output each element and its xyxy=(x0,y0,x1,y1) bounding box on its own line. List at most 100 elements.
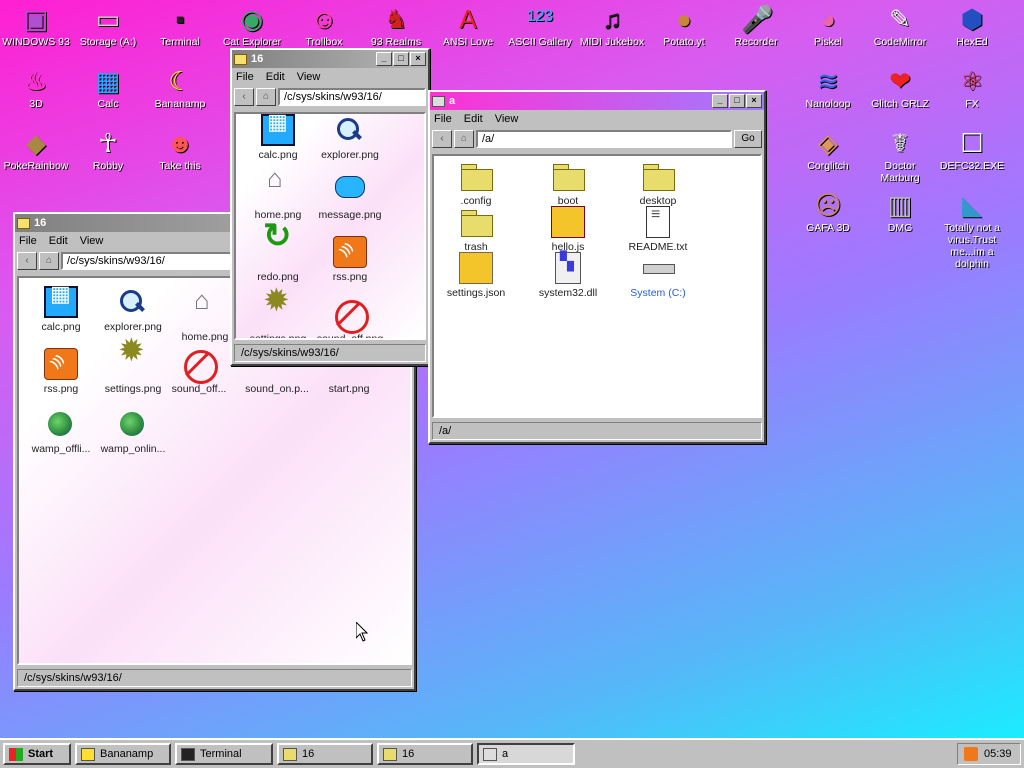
msg-icon xyxy=(333,174,367,206)
explorer-window-16-middle[interactable]: 16 _ □ × File Edit View ‹ ⌂ /c/sys/skins… xyxy=(230,48,430,366)
desktop-icon[interactable]: ☐ DEFC32.EXE xyxy=(936,128,1008,172)
doc-icon xyxy=(646,206,670,238)
desktop-icon[interactable]: ▪ Terminal xyxy=(144,4,216,48)
file-item[interactable]: System (C:) xyxy=(618,252,698,299)
window-titlebar[interactable]: a _ □ × xyxy=(430,92,764,110)
desktop-icon[interactable]: ☻ Take this xyxy=(144,128,216,172)
menu-view[interactable]: View xyxy=(495,113,519,125)
explorer-window-a[interactable]: a _ □ × File Edit View ‹ ⌂ /a/ Go .confi… xyxy=(428,90,766,444)
minimize-button[interactable]: _ xyxy=(712,94,728,108)
menu-bar: File Edit View xyxy=(232,68,428,86)
desktop-icon[interactable]: ❤ Glitch GRLZ xyxy=(864,66,936,110)
file-item[interactable]: boot xyxy=(528,160,608,207)
file-item[interactable]: .config xyxy=(436,160,516,207)
desktop-icon[interactable]: ⬢ HexEd xyxy=(936,4,1008,48)
file-item[interactable]: message.png xyxy=(310,174,390,221)
desktop-icon[interactable]: ▭ Storage (A:) xyxy=(72,4,144,48)
menu-edit[interactable]: Edit xyxy=(266,71,285,83)
desktop-icon[interactable]: ☹ GAFA 3D xyxy=(792,190,864,234)
desktop-icon[interactable]: A ANSI Love xyxy=(432,4,504,48)
taskbar-item[interactable]: a xyxy=(477,743,575,765)
taskbar-item[interactable]: 16 xyxy=(377,743,473,765)
file-item[interactable]: hello.js xyxy=(528,206,608,253)
desktop-icon[interactable]: ◣ Totally not a virus.Trust me...im a dol… xyxy=(936,190,1008,270)
menu-file[interactable]: File xyxy=(434,113,452,125)
file-item[interactable]: explorer.png xyxy=(93,286,173,333)
file-item[interactable]: redo.png xyxy=(238,230,318,283)
desktop-icon[interactable]: ◆ PokeRainbow xyxy=(0,128,72,172)
menu-edit[interactable]: Edit xyxy=(464,113,483,125)
file-item[interactable]: rss.png xyxy=(310,236,390,283)
desktop-icon[interactable]: ♞ 93 Realms xyxy=(360,4,432,48)
file-item[interactable]: rss.png xyxy=(21,348,101,395)
file-item[interactable]: settings.json xyxy=(436,252,516,299)
maximize-button[interactable]: □ xyxy=(393,52,409,66)
file-label: sound_on.p... xyxy=(245,383,309,395)
address-input[interactable]: /c/sys/skins/w93/16/ xyxy=(278,88,426,106)
go-button[interactable]: Go xyxy=(734,130,762,148)
menu-edit[interactable]: Edit xyxy=(49,235,68,247)
ascii-numbers-icon-glyph: ¹²³ xyxy=(527,4,553,34)
home-button[interactable]: ⌂ xyxy=(39,252,59,270)
desktop-icon[interactable]: ☾ Bananamp xyxy=(144,66,216,110)
file-item[interactable]: sound_off... xyxy=(159,348,239,395)
desktop-icon[interactable]: ☺ Trollbox xyxy=(288,4,360,48)
desktop-icon[interactable]: ◉ Cat Explorer xyxy=(216,4,288,48)
file-label: wamp_offli... xyxy=(31,443,91,455)
taskbar-item[interactable]: Bananamp xyxy=(75,743,171,765)
file-item[interactable]: settings.png xyxy=(238,294,318,338)
corgi-icon: ◈ xyxy=(813,128,843,158)
desktop-icon[interactable]: ✎ CodeMirror xyxy=(864,4,936,48)
file-item[interactable]: home.png xyxy=(238,172,318,221)
pokemon-icon-glyph: ◆ xyxy=(26,128,46,158)
desktop-icon[interactable]: ◕ Piskel xyxy=(792,4,864,48)
file-label: sound_off... xyxy=(171,383,227,395)
file-item[interactable]: sound_off.png xyxy=(310,298,390,338)
close-button[interactable]: × xyxy=(410,52,426,66)
file-item[interactable]: calc.png xyxy=(21,286,101,333)
file-item[interactable]: explorer.png xyxy=(310,114,390,161)
file-item[interactable]: system32.dll xyxy=(528,252,608,299)
menu-file[interactable]: File xyxy=(236,71,254,83)
desktop-icon[interactable]: ¹²³ ASCII Gallery xyxy=(504,4,576,48)
window-titlebar[interactable]: 16 _ □ × xyxy=(232,50,428,68)
back-button[interactable]: ‹ xyxy=(432,130,452,148)
home-button[interactable]: ⌂ xyxy=(256,88,276,106)
back-button[interactable]: ‹ xyxy=(17,252,37,270)
taskbar-item[interactable]: Terminal xyxy=(175,743,273,765)
menu-view[interactable]: View xyxy=(80,235,104,247)
desktop-icon[interactable]: ▥ DMG xyxy=(864,190,936,234)
file-item[interactable]: calc.png xyxy=(238,114,318,161)
file-label: explorer.png xyxy=(321,149,379,161)
menu-view[interactable]: View xyxy=(297,71,321,83)
maximize-button[interactable]: □ xyxy=(729,94,745,108)
desktop-icon[interactable]: ◈ Corglitch xyxy=(792,128,864,172)
desktop-icon[interactable]: 🎤 Recorder xyxy=(720,4,792,48)
desktop-icon-label: Terminal xyxy=(160,36,200,48)
file-item[interactable]: trash xyxy=(436,206,516,253)
desktop-icon-label: Nanoloop xyxy=(805,98,851,110)
file-item[interactable]: README.txt xyxy=(618,206,698,253)
file-item[interactable]: wamp_onlin... xyxy=(93,408,173,455)
desktop-icon[interactable]: ☤ Doctor Marburg xyxy=(864,128,936,184)
desktop-icon-label: Robby xyxy=(92,160,124,172)
desktop-icon[interactable]: ♫ MIDI Jukebox xyxy=(576,4,648,48)
address-input[interactable]: /a/ xyxy=(476,130,732,148)
rss-icon[interactable] xyxy=(964,747,978,761)
back-button[interactable]: ‹ xyxy=(234,88,254,106)
menu-file[interactable]: File xyxy=(19,235,37,247)
desktop-icon[interactable]: ≋ Nanoloop xyxy=(792,66,864,110)
desktop-icon[interactable]: ⚛ FX xyxy=(936,66,1008,110)
desktop-icon[interactable]: ♨ 3D xyxy=(0,66,72,110)
taskbar-item[interactable]: 16 xyxy=(277,743,373,765)
desktop-icon[interactable]: ● Potato.yt xyxy=(648,4,720,48)
desktop-icon[interactable]: ☥ Robby xyxy=(72,128,144,172)
minimize-button[interactable]: _ xyxy=(376,52,392,66)
close-button[interactable]: × xyxy=(746,94,762,108)
file-item[interactable]: desktop xyxy=(618,160,698,207)
start-button[interactable]: Start xyxy=(3,743,71,765)
home-button[interactable]: ⌂ xyxy=(454,130,474,148)
file-item[interactable]: wamp_offli... xyxy=(21,408,101,455)
desktop-icon[interactable]: ▦ Calc xyxy=(72,66,144,110)
desktop-icon[interactable]: ▣ WINDOWS 93 xyxy=(0,4,72,48)
